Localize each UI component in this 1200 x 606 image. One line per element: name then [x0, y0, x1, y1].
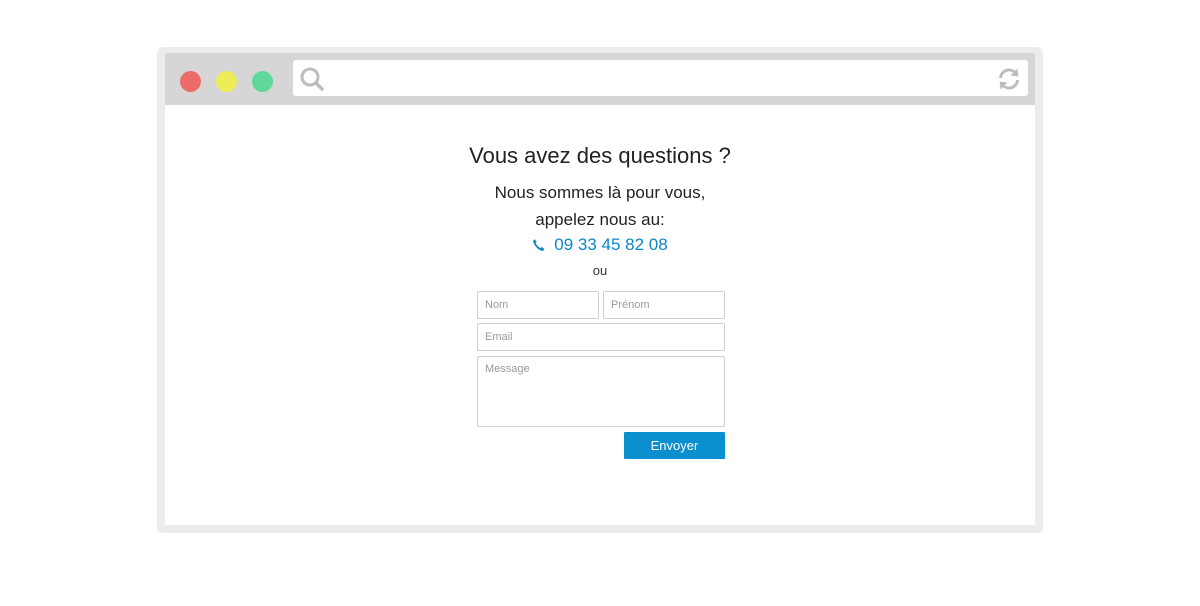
or-separator: ou [592, 263, 608, 278]
address-input[interactable] [333, 64, 987, 94]
subtitle-line-1: Nous sommes là pour vous, [494, 183, 706, 202]
message-field[interactable] [477, 356, 725, 427]
phone-link[interactable]: 09 33 45 82 08 [165, 235, 1035, 255]
browser-toolbar [165, 53, 1035, 105]
maximize-dot[interactable] [252, 71, 273, 92]
search-icon [299, 66, 325, 92]
subtitle-line-2: appelez nous au: [535, 210, 665, 229]
send-button[interactable]: Envoyer [624, 432, 725, 459]
address-bar[interactable] [293, 60, 1028, 96]
minimize-dot[interactable] [216, 71, 237, 92]
phone-number[interactable]: 09 33 45 82 08 [554, 235, 667, 254]
refresh-icon[interactable] [996, 66, 1022, 92]
close-dot[interactable] [180, 71, 201, 92]
page-content: Vous avez des questions ? Nous sommes là… [165, 105, 1035, 525]
prenom-field[interactable] [603, 291, 725, 319]
page-title: Vous avez des questions ? [469, 143, 731, 168]
email-field[interactable] [477, 323, 725, 351]
phone-icon [532, 237, 546, 251]
browser-window: Vous avez des questions ? Nous sommes là… [157, 47, 1043, 533]
nom-field[interactable] [477, 291, 599, 319]
